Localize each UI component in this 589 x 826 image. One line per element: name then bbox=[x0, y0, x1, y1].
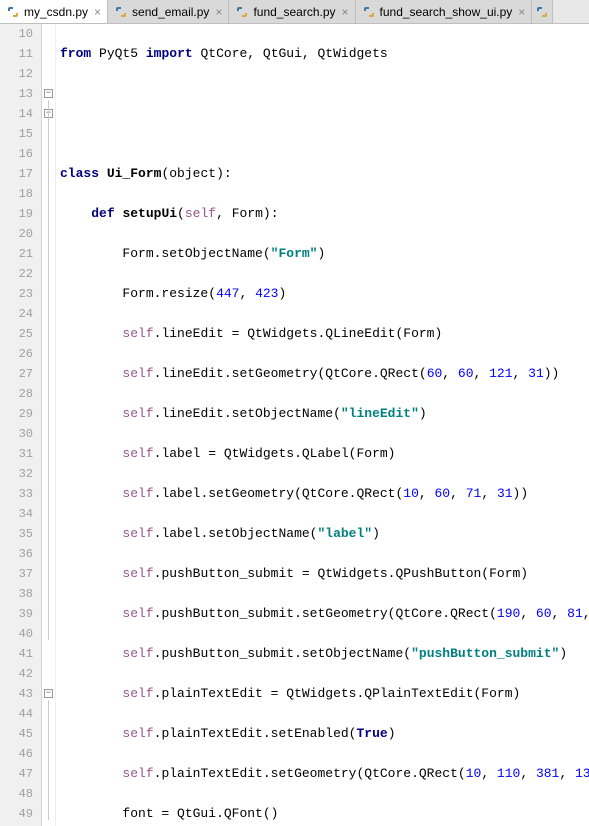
tab-bar: my_csdn.py × send_email.py × fund_search… bbox=[0, 0, 589, 24]
line-number: 19 bbox=[0, 204, 33, 224]
tab-send-email[interactable]: send_email.py × bbox=[108, 0, 229, 23]
line-number: 18 bbox=[0, 184, 33, 204]
line-number: 44 bbox=[0, 704, 33, 724]
code-editor[interactable]: 1011121314151617181920212223242526272829… bbox=[0, 24, 589, 826]
line-number: 38 bbox=[0, 584, 33, 604]
line-number: 24 bbox=[0, 304, 33, 324]
tab-label: send_email.py bbox=[132, 5, 209, 19]
line-number: 47 bbox=[0, 764, 33, 784]
line-number: 22 bbox=[0, 264, 33, 284]
line-number: 27 bbox=[0, 364, 33, 384]
line-number: 48 bbox=[0, 784, 33, 804]
line-number: 46 bbox=[0, 744, 33, 764]
fold-toggle-icon[interactable]: − bbox=[44, 89, 53, 98]
line-number: 11 bbox=[0, 44, 33, 64]
line-number: 31 bbox=[0, 444, 33, 464]
tab-fund-search[interactable]: fund_search.py × bbox=[229, 0, 355, 23]
line-number: 34 bbox=[0, 504, 33, 524]
line-number: 26 bbox=[0, 344, 33, 364]
line-number: 45 bbox=[0, 724, 33, 744]
line-number: 49 bbox=[0, 804, 33, 824]
close-icon[interactable]: × bbox=[215, 5, 222, 19]
python-icon bbox=[535, 5, 549, 19]
tab-fund-search-show-ui[interactable]: fund_search_show_ui.py × bbox=[356, 0, 533, 23]
close-icon[interactable]: × bbox=[518, 5, 525, 19]
line-number: 25 bbox=[0, 324, 33, 344]
tab-my-csdn[interactable]: my_csdn.py × bbox=[0, 0, 108, 23]
python-icon bbox=[114, 5, 128, 19]
line-number: 12 bbox=[0, 64, 33, 84]
python-icon bbox=[362, 5, 376, 19]
line-number: 13 bbox=[0, 84, 33, 104]
close-icon[interactable]: × bbox=[94, 5, 101, 19]
fold-column[interactable]: − − − bbox=[42, 24, 56, 826]
line-number: 35 bbox=[0, 524, 33, 544]
line-number: 37 bbox=[0, 564, 33, 584]
tab-label: fund_search_show_ui.py bbox=[380, 5, 513, 19]
line-number: 41 bbox=[0, 644, 33, 664]
python-icon bbox=[235, 5, 249, 19]
line-number: 23 bbox=[0, 284, 33, 304]
close-icon[interactable]: × bbox=[342, 5, 349, 19]
line-number: 36 bbox=[0, 544, 33, 564]
line-number: 14 bbox=[0, 104, 33, 124]
line-number: 39 bbox=[0, 604, 33, 624]
code-area[interactable]: from PyQt5 import QtCore, QtGui, QtWidge… bbox=[56, 24, 589, 826]
line-number: 32 bbox=[0, 464, 33, 484]
tab-label: my_csdn.py bbox=[24, 5, 88, 19]
line-number: 42 bbox=[0, 664, 33, 684]
line-number: 10 bbox=[0, 24, 33, 44]
line-number: 30 bbox=[0, 424, 33, 444]
line-number: 20 bbox=[0, 224, 33, 244]
tab-label: fund_search.py bbox=[253, 5, 335, 19]
line-gutter: 1011121314151617181920212223242526272829… bbox=[0, 24, 42, 826]
line-number: 17 bbox=[0, 164, 33, 184]
fold-toggle-icon[interactable]: − bbox=[44, 689, 53, 698]
line-number: 33 bbox=[0, 484, 33, 504]
line-number: 16 bbox=[0, 144, 33, 164]
line-number: 21 bbox=[0, 244, 33, 264]
line-number: 15 bbox=[0, 124, 33, 144]
line-number: 43 bbox=[0, 684, 33, 704]
line-number: 40 bbox=[0, 624, 33, 644]
line-number: 29 bbox=[0, 404, 33, 424]
python-icon bbox=[6, 5, 20, 19]
line-number: 28 bbox=[0, 384, 33, 404]
tab-overflow[interactable] bbox=[532, 0, 553, 23]
